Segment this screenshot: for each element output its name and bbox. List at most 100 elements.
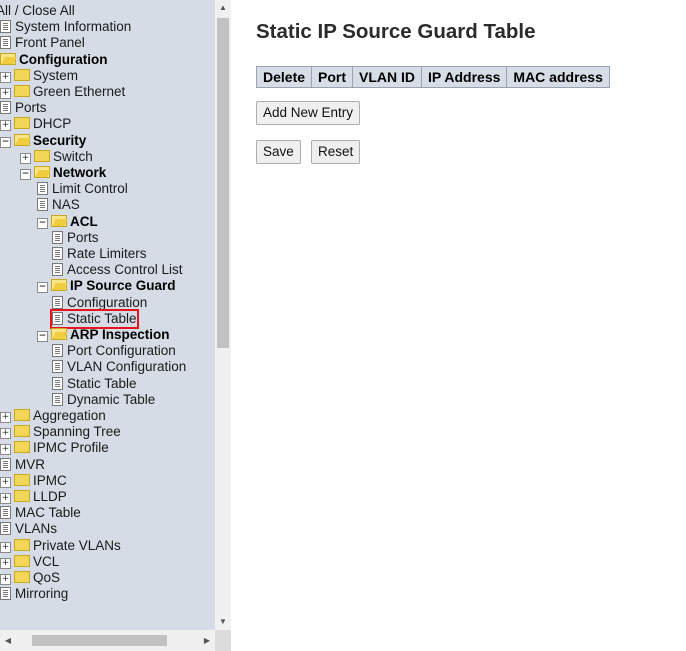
nav-item-label: IPMC Profile xyxy=(33,440,109,456)
document-icon xyxy=(52,360,63,374)
nav-item-label: Network xyxy=(53,165,107,180)
add-new-entry-button[interactable]: Add New Entry xyxy=(256,101,361,125)
collapse-icon[interactable]: − xyxy=(37,331,48,342)
document-icon xyxy=(52,263,63,277)
nav-item-label: Front Panel xyxy=(15,35,85,51)
expand-icon[interactable]: + xyxy=(0,574,11,585)
nav-item-ipmc[interactable]: + IPMC xyxy=(0,473,67,489)
scroll-up-icon[interactable]: ▲ xyxy=(215,0,231,16)
nav-item-network[interactable]: − Network xyxy=(20,165,106,181)
folder-icon xyxy=(14,85,30,97)
horizontal-scrollbar[interactable]: ◀ ▶ xyxy=(0,630,215,651)
collapse-icon[interactable]: − xyxy=(0,136,11,148)
nav-item-label: DHCP xyxy=(33,116,72,132)
nav-item-vlan-configuration[interactable]: VLAN Configuration xyxy=(52,359,186,375)
nav-item-ports[interactable]: Ports xyxy=(0,100,47,116)
scroll-left-icon[interactable]: ◀ xyxy=(0,630,16,651)
nav-item-dynamic-table[interactable]: Dynamic Table xyxy=(52,392,155,408)
reset-button[interactable]: Reset xyxy=(311,140,361,164)
nav-item-spanning-tree[interactable]: + Spanning Tree xyxy=(0,424,121,440)
document-icon xyxy=(52,311,63,325)
horizontal-scroll-thumb[interactable] xyxy=(32,635,167,646)
scroll-right-icon[interactable]: ▶ xyxy=(199,630,215,651)
nav-item-configuration[interactable]: Configuration xyxy=(0,52,107,68)
nav-item-system[interactable]: + System xyxy=(0,68,78,84)
nav-item-private-vlans[interactable]: + Private VLANs xyxy=(0,538,121,554)
nav-item-dhcp[interactable]: + DHCP xyxy=(0,116,71,132)
nav-item-all-close-all[interactable]: All / Close All xyxy=(0,3,75,19)
expand-icon[interactable]: + xyxy=(20,152,31,164)
folder-open-icon xyxy=(34,166,50,178)
nav-item-ip-source-guard[interactable]: − IP Source Guard xyxy=(37,278,176,294)
nav-item-label: Static Table xyxy=(67,375,137,391)
nav-item-mirroring[interactable]: Mirroring xyxy=(0,586,68,602)
nav-item-label: Rate Limiters xyxy=(67,246,147,261)
expand-icon[interactable]: + xyxy=(0,120,11,132)
vertical-scroll-thumb[interactable] xyxy=(217,18,229,348)
nav-item-vcl[interactable]: + VCL xyxy=(0,554,59,570)
document-icon xyxy=(0,522,11,536)
collapse-icon[interactable]: − xyxy=(37,282,48,294)
document-icon xyxy=(52,230,63,244)
expand-icon[interactable]: + xyxy=(0,428,11,440)
collapse-icon[interactable]: − xyxy=(37,217,48,229)
nav-item-aggregation[interactable]: + Aggregation xyxy=(0,408,106,424)
nav-item-label: VLANs xyxy=(15,521,58,537)
nav-item-label: Limit Control xyxy=(52,181,128,197)
expand-icon[interactable]: + xyxy=(0,493,11,504)
nav-item-static-table[interactable]: Static Table xyxy=(52,376,137,392)
scroll-down-icon[interactable]: ▼ xyxy=(215,614,231,630)
nav-item-green-ethernet[interactable]: + Green Ethernet xyxy=(0,84,125,100)
nav-item-mac-table[interactable]: MAC Table xyxy=(0,505,81,521)
folder-open-icon xyxy=(0,52,16,65)
nav-item-vlans[interactable]: VLANs xyxy=(0,521,57,537)
nav-item-lldp[interactable]: + LLDP xyxy=(0,489,67,505)
nav-item-label: Aggregation xyxy=(33,408,106,423)
expand-icon[interactable]: + xyxy=(0,444,11,456)
expand-icon[interactable]: + xyxy=(0,557,11,569)
document-icon xyxy=(37,198,48,212)
nav-item-label: Ports xyxy=(15,100,47,116)
nav-item-rate-limiters[interactable]: Rate Limiters xyxy=(52,246,147,262)
nav-item-label: MAC Table xyxy=(15,505,81,521)
document-icon xyxy=(37,182,48,196)
nav-item-security[interactable]: − Security xyxy=(0,133,86,149)
table-header-row: Delete Port VLAN ID IP Address MAC addre… xyxy=(255,66,610,88)
nav-item-label: ACL xyxy=(70,213,98,229)
nav-item-label: IPMC xyxy=(33,472,67,488)
nav-item-system-information[interactable]: System Information xyxy=(0,19,131,35)
nav-item-port-configuration[interactable]: Port Configuration xyxy=(52,343,176,359)
document-icon xyxy=(0,20,11,34)
nav-item-switch[interactable]: + Switch xyxy=(20,149,93,165)
nav-item-ports[interactable]: Ports xyxy=(52,230,99,246)
nav-item-mvr[interactable]: MVR xyxy=(0,457,45,473)
expand-icon[interactable]: + xyxy=(0,88,11,99)
expand-icon[interactable]: + xyxy=(0,412,11,423)
nav-item-access-control-list[interactable]: Access Control List xyxy=(52,262,183,278)
nav-item-nas[interactable]: NAS xyxy=(37,197,80,213)
nav-item-label: Dynamic Table xyxy=(67,391,156,407)
expand-icon[interactable]: + xyxy=(0,476,11,488)
nav-item-qos[interactable]: + QoS xyxy=(0,570,60,586)
collapse-icon[interactable]: − xyxy=(20,169,31,180)
document-icon xyxy=(52,295,63,309)
nav-item-acl[interactable]: − ACL xyxy=(37,214,98,230)
nav-item-limit-control[interactable]: Limit Control xyxy=(37,181,128,197)
nav-item-static-table[interactable]: Static Table xyxy=(50,308,139,329)
folder-open-icon xyxy=(51,279,67,292)
expand-icon[interactable]: + xyxy=(0,541,11,553)
expand-icon[interactable]: + xyxy=(0,71,11,83)
folder-open-icon xyxy=(51,214,67,227)
save-button[interactable]: Save xyxy=(256,140,301,164)
nav-item-label: NAS xyxy=(52,197,80,213)
scrollbar-corner xyxy=(215,630,231,651)
nav-item-arp-inspection[interactable]: − ARP Inspection xyxy=(37,327,170,343)
folder-icon xyxy=(14,117,30,130)
navigation-pane: All / Close All System Information Front P… xyxy=(0,0,231,651)
nav-item-front-panel[interactable]: Front Panel xyxy=(0,35,85,51)
vertical-scrollbar[interactable]: ▲ ▼ xyxy=(215,0,231,630)
nav-item-ipmc-profile[interactable]: + IPMC Profile xyxy=(0,440,109,456)
nav-item-label: Mirroring xyxy=(15,586,69,602)
folder-icon xyxy=(14,538,30,551)
nav-item-configuration[interactable]: Configuration xyxy=(52,295,147,311)
